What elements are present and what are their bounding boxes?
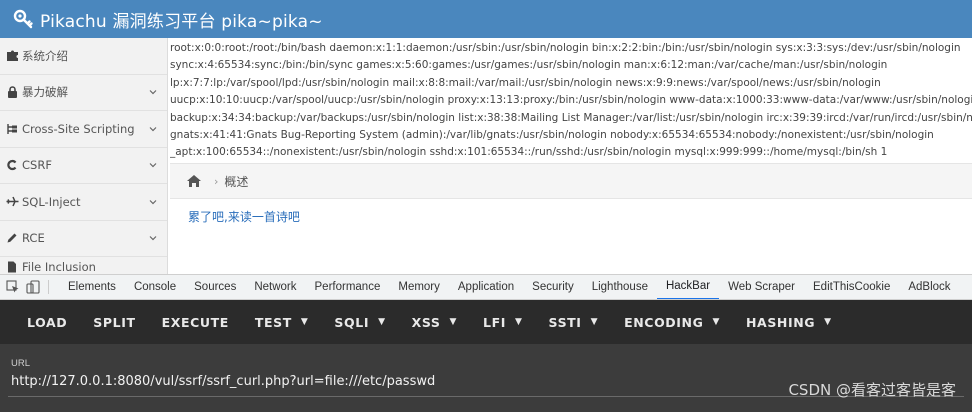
inspect-element-icon[interactable] [6,280,20,294]
breadcrumb: › 概述 [170,163,972,199]
output-line: uucp:x:10:10:uucp:/var/spool/uucp:/usr/s… [170,94,972,107]
pencil-icon [5,232,19,244]
devtools-tabbar: Elements Console Sources Network Perform… [0,274,972,300]
tab-adblock[interactable]: AdBlock [899,275,959,299]
sidebar-item-label: 暴力破解 [22,85,68,100]
tab-application[interactable]: Application [449,275,523,299]
poem-link[interactable]: 累了吧,来读一首诗吧 [188,208,300,225]
lock-icon [5,86,19,99]
sidebar-item-label: 系统介绍 [22,48,68,63]
app-header: Pikachu 漏洞练习平台 pika~pika~ [0,0,972,38]
watermark: CSDN @看客过客皆是客 [788,381,956,399]
divider [48,280,49,294]
caret-down-icon: ▼ [378,317,386,327]
chevron-down-icon [149,126,157,132]
breadcrumb-current: 概述 [224,174,249,189]
passwd-output: root:x:0:0:root:/root:/bin/bash daemon:x… [170,40,972,162]
tab-security[interactable]: Security [523,275,583,299]
output-line: backup:x:34:34:backup:/var/backups:/usr/… [170,111,972,124]
hackbar-toolbar: LOAD SPLIT EXECUTE TEST ▼ SQLI ▼ XSS ▼ LFI ▼… [0,300,972,344]
app-title: Pikachu 漏洞练习平台 pika~pika~ [40,11,323,32]
lfi-dropdown[interactable]: LFI ▼ [470,300,536,344]
sidebar-item-xss[interactable]: Cross-Site Scripting [0,111,167,148]
csrf-icon [5,159,19,171]
caret-down-icon: ▼ [590,317,599,327]
home-icon[interactable] [186,174,202,188]
chevron-down-icon [149,90,157,95]
button-label: LOAD [27,314,68,330]
caret-down-icon: ▼ [515,317,523,327]
test-dropdown[interactable]: TEST ▼ [242,300,322,344]
split-button[interactable]: SPLIT [80,300,148,344]
caret-down-icon: ▼ [824,317,832,327]
output-line: root:x:0:0:root:/root:/bin/bash daemon:x… [170,42,961,54]
key-icon [13,9,33,29]
tab-console[interactable]: Console [125,275,185,299]
tab-performance[interactable]: Performance [306,275,390,299]
output-line: _apt:x:100:65534::/nonexistent:/usr/sbin… [170,146,888,159]
chevron-down-icon [149,199,157,205]
tab-elements[interactable]: Elements [59,275,125,299]
sidebar-item-sql-inject[interactable]: SQL-Inject [0,184,167,221]
chevron-down-icon [149,236,157,241]
load-button[interactable]: LOAD [14,300,80,344]
url-panel: URL CSDN @看客过客皆是客 [0,344,972,412]
plane-icon [5,196,19,207]
sitemap-icon [5,123,19,135]
sidebar-item-label: RCE [22,231,45,246]
ssti-dropdown[interactable]: SSTI ▼ [536,300,612,344]
button-label: SSTI [548,314,582,330]
tab-hackbar[interactable]: HackBar [656,275,720,299]
tab-network[interactable]: Network [245,275,305,299]
hashing-dropdown[interactable]: HASHING ▼ [733,300,845,344]
tab-memory[interactable]: Memory [389,275,449,299]
button-label: LFI [483,314,506,330]
output-line: lp:x:7:7:lp:/var/spool/lpd:/usr/sbin/nol… [170,76,881,89]
encoding-dropdown[interactable]: ENCODING ▼ [611,300,733,344]
sidebar-item-brute-force[interactable]: 暴力破解 [0,75,167,111]
tab-sources[interactable]: Sources [185,275,245,299]
breadcrumb-separator-icon: › [214,174,219,188]
execute-button[interactable]: EXECUTE [149,300,242,344]
sidebar-item-label: File Inclusion [22,260,96,274]
url-input[interactable] [11,374,711,389]
sidebar-item-label: CSRF [22,158,52,173]
url-label: URL [11,358,31,369]
xss-dropdown[interactable]: XSS ▼ [399,300,470,344]
tab-lighthouse[interactable]: Lighthouse [583,275,657,299]
tab-editthiscookie[interactable]: EditThisCookie [804,275,899,299]
button-label: TEST [254,314,292,330]
button-label: EXECUTE [161,314,229,330]
button-label: HASHING [745,314,816,330]
puzzle-icon [5,50,19,62]
device-toolbar-icon[interactable] [26,280,40,294]
sidebar-item-label: SQL-Inject [22,194,81,209]
sidebar: 系统介绍 暴力破解 Cross-Site Scripting CSRF SQL-… [0,38,168,274]
sqli-dropdown[interactable]: SQLI ▼ [321,300,398,344]
button-label: SQLI [334,314,370,330]
button-label: XSS [411,314,441,330]
caret-down-icon: ▼ [300,317,309,327]
sidebar-item-label: Cross-Site Scripting [22,121,135,136]
chevron-down-icon [149,163,157,168]
tab-web-scraper[interactable]: Web Scraper [719,275,804,299]
caret-down-icon: ▼ [449,317,458,327]
output-line: sync:x:4:65534:sync:/bin:/bin/sync games… [170,59,888,72]
file-icon [5,261,19,273]
sidebar-item-file-inclusion[interactable]: File Inclusion [0,257,167,274]
output-line: gnats:x:41:41:Gnats Bug-Reporting System… [170,129,934,142]
button-label: ENCODING [624,314,704,330]
sidebar-item-csrf[interactable]: CSRF [0,148,167,184]
sidebar-item-rce[interactable]: RCE [0,221,167,257]
button-label: SPLIT [93,314,136,330]
caret-down-icon: ▼ [712,317,720,327]
sidebar-item-intro[interactable]: 系统介绍 [0,38,167,75]
